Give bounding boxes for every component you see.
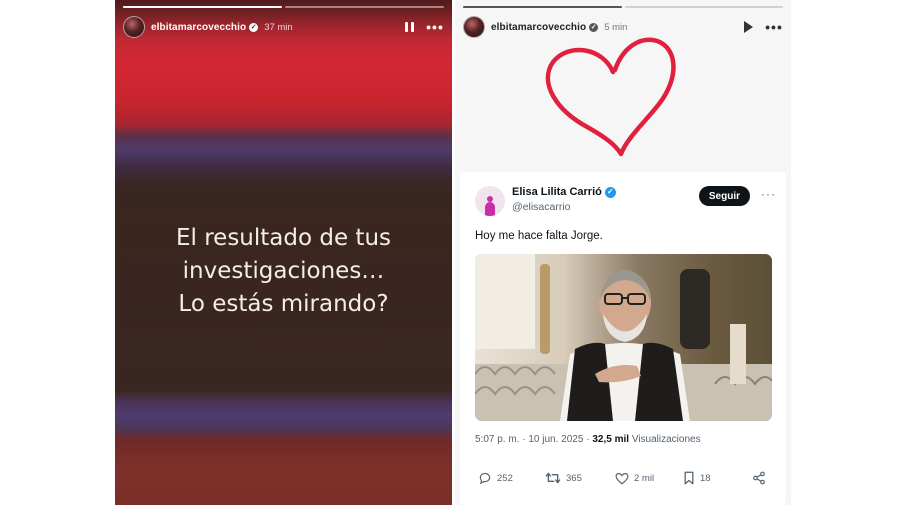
tweet-avatar[interactable]	[475, 186, 505, 216]
time-ago: 5 min	[604, 21, 628, 33]
photo-illustration	[475, 254, 772, 421]
bookmark-button[interactable]: 18	[683, 471, 711, 485]
verified-badge-icon: ✓	[604, 186, 616, 198]
avatar[interactable]	[123, 16, 145, 38]
tweet-time[interactable]: 5:07 p. m.	[475, 434, 519, 445]
story-right[interactable]: elbitamarcovecchio ✓ 5 min ••• Elisa Lil…	[455, 0, 791, 505]
reply-icon	[479, 472, 491, 485]
story-text-line: investigaciones…	[182, 258, 385, 284]
play-icon[interactable]	[739, 18, 757, 36]
more-icon[interactable]: •••	[765, 18, 783, 36]
follow-button[interactable]: Seguir	[698, 186, 750, 206]
verified-icon: ✓	[589, 22, 599, 32]
tweet-handle[interactable]: @elisacarrio	[512, 201, 571, 213]
tweet-more-icon[interactable]: ···	[761, 187, 776, 201]
retweet-button[interactable]: 365	[545, 471, 582, 485]
reply-count: 252	[497, 472, 513, 484]
retweet-count: 365	[566, 472, 582, 484]
story-left[interactable]: elbitamarcovecchio ✓ 37 min ••• El resul…	[115, 0, 452, 505]
tweet-card[interactable]: Elisa Lilita Carrió ✓ @elisacarrio Segui…	[460, 172, 786, 505]
tweet-text: Hoy me hace falta Jorge.	[475, 230, 603, 242]
story-progress	[463, 6, 783, 8]
progress-segment	[463, 6, 622, 8]
heart-icon	[545, 37, 676, 157]
story-text-line: Lo estás mirando?	[178, 291, 389, 317]
bookmark-count: 18	[700, 472, 711, 484]
reply-button[interactable]: 252	[478, 471, 513, 485]
retweet-icon	[545, 472, 561, 484]
separator: ·	[586, 434, 590, 445]
username[interactable]: elbitamarcovecchio	[491, 22, 586, 33]
tweet-author-name-text[interactable]: Elisa Lilita Carrió	[512, 186, 602, 198]
story-header: elbitamarcovecchio ✓ 37 min •••	[123, 14, 444, 40]
pause-icon[interactable]	[400, 18, 418, 36]
tweet-meta: 5:07 p. m. · 10 jun. 2025 · 32,5 mil Vis…	[475, 434, 701, 445]
progress-segment	[624, 6, 783, 8]
story-comparison: elbitamarcovecchio ✓ 37 min ••• El resul…	[0, 0, 900, 505]
like-count: 2 mil	[634, 472, 655, 484]
story-header: elbitamarcovecchio ✓ 5 min •••	[463, 14, 783, 40]
story-progress	[123, 6, 444, 8]
avatar[interactable]	[463, 16, 485, 38]
separator: ·	[522, 434, 526, 445]
tweet-views-label: Visualizaciones	[631, 434, 701, 445]
like-icon	[615, 472, 629, 484]
share-button[interactable]	[752, 471, 771, 485]
tweet-header: Elisa Lilita Carrió ✓ @elisacarrio Segui…	[470, 182, 776, 222]
verified-icon: ✓	[249, 22, 259, 32]
tweet-author-name[interactable]: Elisa Lilita Carrió ✓	[512, 186, 616, 198]
share-icon	[753, 471, 765, 485]
story-text: El resultado de tus investigaciones… Lo …	[115, 222, 452, 321]
tweet-photo[interactable]	[475, 254, 772, 421]
like-button[interactable]: 2 mil	[615, 472, 654, 485]
tweet-views-count: 32,5 mil	[592, 434, 630, 445]
time-ago: 37 min	[264, 21, 293, 33]
more-icon[interactable]: •••	[426, 18, 444, 36]
tweet-actions: 252 365 2 mil 18	[475, 468, 776, 488]
progress-segment	[123, 6, 282, 8]
story-text-line: El resultado de tus	[175, 225, 392, 251]
tweet-date[interactable]: 10 jun. 2025	[528, 434, 583, 445]
progress-segment	[285, 6, 444, 8]
username[interactable]: elbitamarcovecchio	[151, 22, 246, 33]
bookmark-icon	[684, 471, 694, 485]
